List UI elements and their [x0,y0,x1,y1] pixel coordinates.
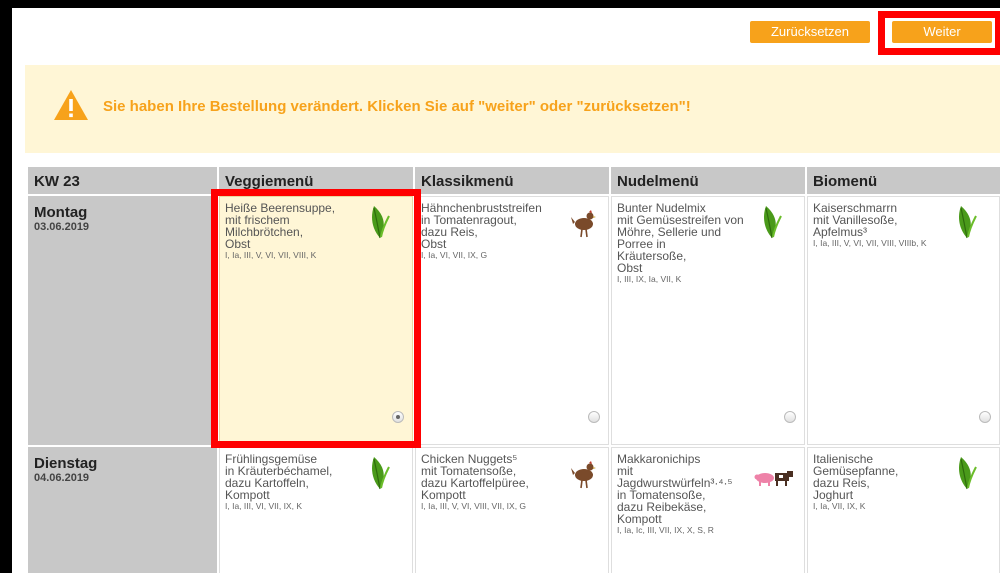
meal-cell-noodle[interactable]: Makkaronichips mit Jagdwurstwürfeln³·⁴·⁵… [611,447,805,573]
allergen-codes: I, III, IX, Ia, VII, K [617,274,682,284]
column-header-bio: Biomenü [807,167,1000,194]
meal-description: Heiße Beerensuppe, mit frischem Milchbrö… [225,201,336,251]
change-notice-text: Sie haben Ihre Bestellung verändert. Kli… [103,98,691,115]
meal-cell-classic[interactable]: Hähnchenbruststreifen in Tomatenragout, … [415,196,609,445]
day-label-dienstag: Dienstag 04.06.2019 [28,447,217,573]
meal-cell-classic[interactable]: Chicken Nuggets⁵ mit Tomatensoße, dazu K… [415,447,609,573]
meal-radio-button[interactable] [392,411,404,423]
meal-description: Chicken Nuggets⁵ mit Tomatensoße, dazu K… [421,452,529,502]
meal-description: Bunter Nudelmix mit Gemüsestreifen von M… [617,201,744,275]
meal-radio-button[interactable] [588,411,600,423]
next-button[interactable]: Weiter [892,21,992,43]
meal-cell-noodle[interactable]: Bunter Nudelmix mit Gemüsestreifen von M… [611,196,805,445]
day-name: Dienstag [34,455,98,472]
column-header-veggie: Veggiemenü [219,167,413,194]
order-page: Zurücksetzen Weiter Sie haben Ihre Beste… [12,8,1000,573]
leaf-icon [370,205,390,244]
meal-description: Kaiserschmarrn mit Vanillesoße, Apfelmus… [813,201,898,239]
meal-radio-button[interactable] [979,411,991,423]
allergen-codes: I, Ia, III, V, VI, VII, VIII, K [225,250,317,260]
allergen-codes: I, Ia, III, VI, VII, IX, K [225,501,302,511]
pig-cow-icon [754,468,794,495]
day-name: Montag [34,204,88,221]
allergen-codes: I, Ia, Ic, III, VII, IX, X, S, R [617,525,714,535]
meal-cell-bio[interactable]: Kaiserschmarrn mit Vanillesoße, Apfelmus… [807,196,1000,445]
meal-cell-veggie[interactable]: Frühlingsgemüse in Kräuterbéchamel, dazu… [219,447,413,573]
reset-button[interactable]: Zurücksetzen [750,21,870,43]
column-header-noodle: Nudelmenü [611,167,805,194]
leaf-icon [957,456,977,495]
meal-radio-button[interactable] [784,411,796,423]
meal-cell-veggie[interactable]: Heiße Beerensuppe, mit frischem Milchbrö… [219,196,413,445]
allergen-codes: I, Ia, III, V, VI, VIII, VII, IX, G [421,501,527,511]
chicken-icon [570,209,596,244]
week-label: KW 23 [28,167,217,194]
day-date: 04.06.2019 [34,472,90,484]
leaf-icon [370,456,390,495]
meal-cell-bio[interactable]: Italienische Gemüsepfanne, dazu Reis, Jo… [807,447,1000,573]
day-date: 03.06.2019 [34,221,90,233]
meal-description: Frühlingsgemüse in Kräuterbéchamel, dazu… [225,452,333,502]
column-header-classic: Klassikmenü [415,167,609,194]
allergen-codes: I, Ia, III, V, VI, VII, VIII, VIIIb, K [813,238,927,248]
warning-icon [54,90,88,120]
meal-description: Makkaronichips mit Jagdwurstwürfeln³·⁴·⁵… [617,452,733,526]
change-notice-banner: Sie haben Ihre Bestellung verändert. Kli… [25,65,1000,153]
chicken-icon [570,460,596,495]
meal-description: Hähnchenbruststreifen in Tomatenragout, … [421,201,542,251]
allergen-codes: I, Ia, VI, VII, IX, G [421,250,488,260]
leaf-icon [762,205,782,244]
allergen-codes: I, Ia, VII, IX, K [813,501,866,511]
meal-description: Italienische Gemüsepfanne, dazu Reis, Jo… [813,452,899,502]
leaf-icon [957,205,977,244]
day-label-montag: Montag 03.06.2019 [28,196,217,445]
